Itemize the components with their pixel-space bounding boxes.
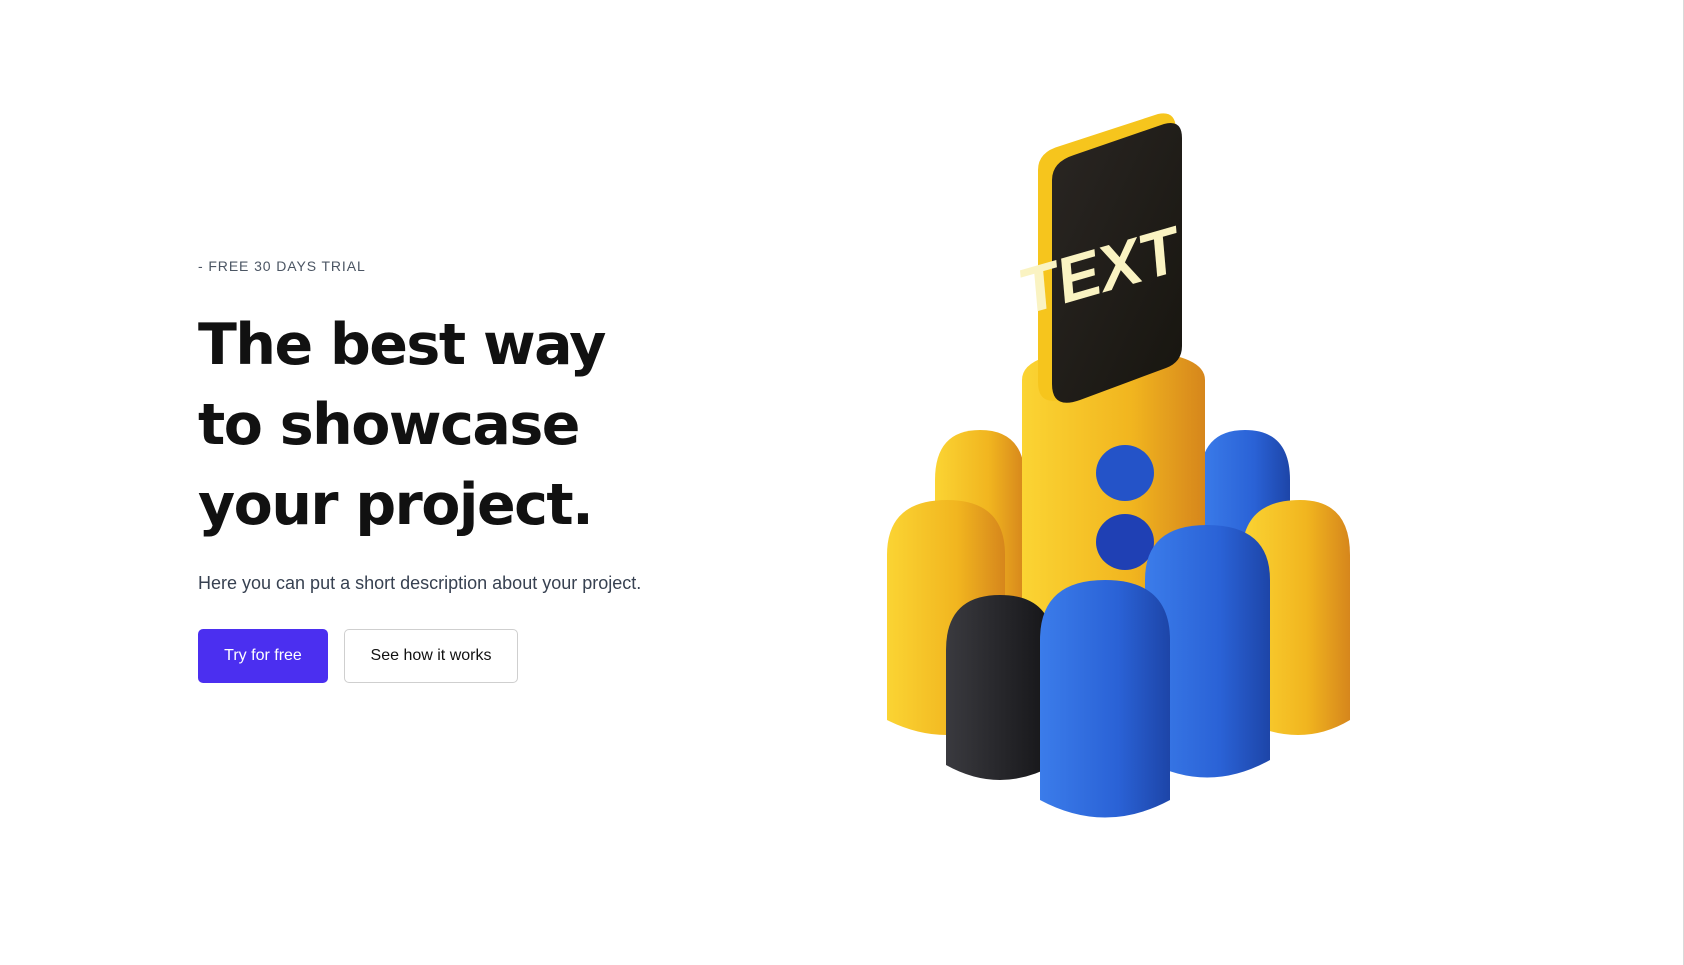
3d-pillars-illustration: TEXT (887, 113, 1350, 818)
hero-title-line-1: The best way (198, 312, 606, 378)
hero-title-line-2: to showcase (198, 392, 580, 458)
hero-actions: Try for free See how it works (198, 629, 718, 683)
pillar-blue-front (1040, 580, 1170, 818)
blue-dot-bottom (1096, 514, 1154, 570)
hero-title-line-3: your project. (198, 472, 594, 538)
see-how-it-works-button[interactable]: See how it works (344, 629, 518, 683)
hero-title: The best way to showcase your project. (198, 305, 698, 545)
hero-description: Here you can put a short description abo… (198, 573, 642, 593)
hero-section: - FREE 30 DAYS TRIAL The best way to sho… (198, 258, 718, 683)
trial-eyebrow: - FREE 30 DAYS TRIAL (198, 258, 366, 274)
hero-illustration: TEXT (870, 110, 1360, 830)
landing-page: - FREE 30 DAYS TRIAL The best way to sho… (0, 0, 1684, 965)
blue-dot-top (1096, 445, 1154, 501)
try-for-free-button[interactable]: Try for free (198, 629, 328, 683)
pillar-dark (946, 595, 1054, 780)
